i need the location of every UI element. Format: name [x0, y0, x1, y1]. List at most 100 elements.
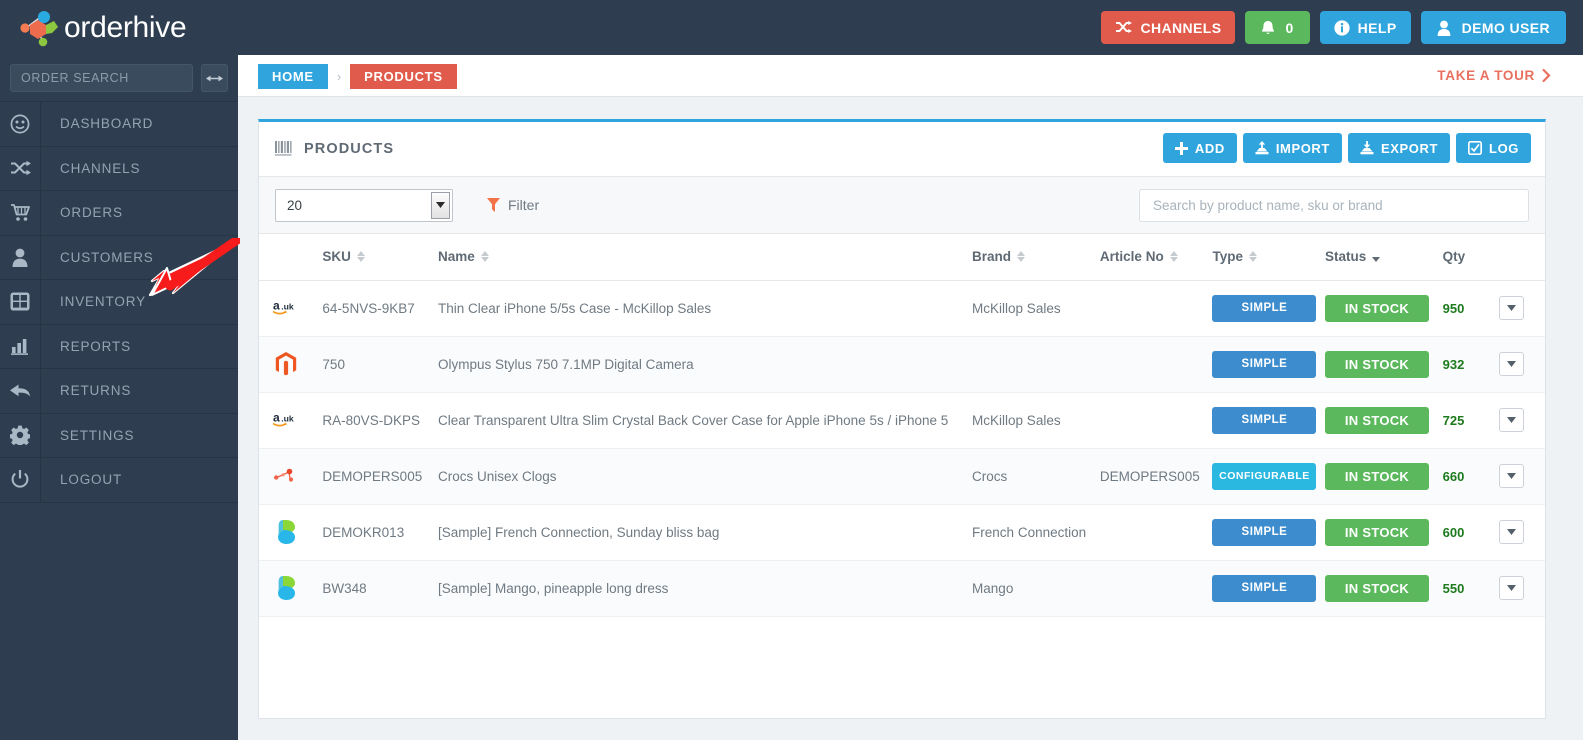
sidebar-expand-button[interactable]	[201, 64, 228, 92]
amazon-uk-logo: a .uk	[273, 299, 294, 315]
sidebar-item-label: DASHBOARD	[60, 116, 154, 132]
user-label: DEMO USER	[1461, 19, 1550, 36]
col-sku[interactable]: SKU	[322, 234, 439, 281]
sidebar-item-returns[interactable]: RETURNS	[0, 369, 238, 414]
sidebar: DASHBOARD CHANNELS	[0, 55, 238, 740]
sidebar-item-inventory[interactable]: INVENTORY	[0, 280, 238, 325]
table-row[interactable]: 750 Olympus Stylus 750 7.1MP Digital Came…	[259, 336, 1545, 393]
sort-icon[interactable]	[1248, 251, 1257, 263]
row-menu-button[interactable]	[1498, 464, 1524, 488]
cell-name[interactable]: Thin Clear iPhone 5/5s Case - McKillop S…	[438, 280, 973, 337]
cell-status: IN STOCK	[1324, 336, 1443, 393]
cell-name[interactable]: Olympus Stylus 750 7.1MP Digital Camera	[438, 336, 973, 393]
cell-name[interactable]: [Sample] French Connection, Sunday bliss…	[438, 504, 973, 561]
type-badge[interactable]: SIMPLE	[1212, 406, 1317, 434]
sidebar-item-settings[interactable]: SETTINGS	[0, 413, 238, 458]
breadcrumb-products[interactable]: PRODUCTS	[350, 64, 457, 89]
sort-icon[interactable]	[480, 251, 489, 263]
sidebar-item-dashboard[interactable]: DASHBOARD	[0, 102, 238, 147]
order-search-input[interactable]	[10, 64, 193, 92]
log-button[interactable]: LOG	[1456, 133, 1531, 163]
sort-icon[interactable]	[1017, 251, 1026, 263]
table-row[interactable]: DEMOPERS005 Crocs Unisex Clogs Crocs DEMOPE…	[259, 448, 1545, 505]
type-badge[interactable]: SIMPLE	[1212, 294, 1317, 322]
sidebar-item-orders[interactable]: ORDERS	[0, 191, 238, 236]
channels-button[interactable]: CHANNELS	[1101, 11, 1236, 44]
help-label: HELP	[1357, 19, 1397, 36]
products-table: SKU Name Brand Article No Type Status Qt…	[259, 234, 1545, 617]
notifications-button[interactable]: 0	[1245, 11, 1310, 44]
row-menu-button[interactable]	[1498, 520, 1524, 544]
shuffle-icon	[0, 146, 41, 190]
search-input[interactable]	[1139, 189, 1529, 222]
table-row[interactable]: DEMOKR013 [Sample] French Connection, Sun…	[259, 504, 1545, 561]
export-button[interactable]: EXPORT	[1347, 133, 1451, 163]
status-badge[interactable]: IN STOCK	[1324, 462, 1429, 490]
status-badge[interactable]: IN STOCK	[1324, 574, 1429, 602]
col-brand-label: Brand	[972, 249, 1012, 265]
cell-row-menu	[1498, 280, 1545, 337]
status-badge[interactable]: IN STOCK	[1324, 518, 1429, 546]
cell-status: IN STOCK	[1324, 504, 1443, 561]
app-logo[interactable]: orderhive	[14, 4, 187, 52]
filter-button[interactable]: Filter	[487, 197, 539, 213]
col-type[interactable]: Type	[1212, 234, 1325, 281]
table-row[interactable]: a .uk 64-5NVS-9KB7 Thin Clear iPhone 5/5s…	[259, 280, 1545, 337]
row-menu-button[interactable]	[1498, 576, 1524, 600]
sidebar-item-logout[interactable]: LOGOUT	[0, 458, 238, 503]
table-body: a .uk 64-5NVS-9KB7 Thin Clear iPhone 5/5s…	[259, 280, 1545, 617]
table-row[interactable]: BW348 [Sample] Mango, pineapple long dres…	[259, 560, 1545, 617]
sidebar-item-label: REPORTS	[60, 338, 131, 354]
status-badge[interactable]: IN STOCK	[1324, 406, 1429, 434]
help-button[interactable]: HELP	[1319, 11, 1411, 44]
breadcrumb: HOME › PRODUCTS	[258, 64, 457, 89]
breadcrumb-separator: ›	[336, 69, 342, 84]
power-icon	[0, 458, 41, 502]
cell-name[interactable]: Clear Transparent Ultra Slim Crystal Bac…	[438, 392, 973, 449]
table-header-row: SKU Name Brand Article No Type Status Qt…	[259, 234, 1545, 281]
row-menu-button[interactable]	[1498, 296, 1524, 320]
breadcrumb-home[interactable]: HOME	[258, 64, 328, 89]
cell-channel-logo: a .uk	[259, 280, 323, 337]
row-menu-button[interactable]	[1498, 408, 1524, 432]
cell-qty: 550	[1442, 560, 1499, 617]
table-row[interactable]: a .uk RA-80VS-DKPS Clear Transparent Ultr…	[259, 392, 1545, 449]
user-menu-button[interactable]: DEMO USER	[1420, 11, 1566, 44]
col-brand[interactable]: Brand	[972, 234, 1100, 281]
cell-type: SIMPLE	[1212, 336, 1325, 393]
cell-type: SIMPLE	[1212, 392, 1325, 449]
take-a-tour-link[interactable]: TAKE A TOUR	[1437, 68, 1551, 83]
sidebar-item-label: LOGOUT	[60, 472, 123, 488]
col-name[interactable]: Name	[438, 234, 973, 281]
sidebar-item-customers[interactable]: CUSTOMERS	[0, 235, 238, 280]
sidebar-item-reports[interactable]: REPORTS	[0, 324, 238, 369]
col-actions	[1498, 234, 1545, 281]
app-name: orderhive	[64, 11, 187, 44]
sidebar-item-channels[interactable]: CHANNELS	[0, 146, 238, 191]
type-badge[interactable]: SIMPLE	[1212, 574, 1317, 602]
add-button[interactable]: ADD	[1162, 133, 1237, 163]
col-status[interactable]: Status	[1324, 234, 1443, 281]
page-size-select[interactable]: 20	[275, 188, 453, 222]
panel-action-buttons: ADD IMPORT EXPORT LOG	[1162, 133, 1531, 163]
panel-header: PRODUCTS ADD IMPORT EXPORT LOG	[259, 122, 1545, 176]
cell-row-menu	[1498, 392, 1545, 449]
status-badge[interactable]: IN STOCK	[1324, 350, 1429, 378]
cell-name[interactable]: [Sample] Mango, pineapple long dress	[438, 560, 973, 617]
row-menu-button[interactable]	[1498, 352, 1524, 376]
type-badge[interactable]: SIMPLE	[1212, 350, 1317, 378]
sort-icon[interactable]	[356, 251, 365, 263]
qty-value: 725	[1442, 412, 1465, 428]
sort-icon-active[interactable]	[1372, 251, 1381, 263]
type-badge[interactable]: CONFIGURABLE	[1212, 462, 1317, 490]
cell-row-menu	[1498, 504, 1545, 561]
col-article-no[interactable]: Article No	[1099, 234, 1213, 281]
cell-brand: McKillop Sales	[972, 280, 1100, 337]
type-badge[interactable]: SIMPLE	[1212, 518, 1317, 546]
sidebar-search-row	[0, 55, 238, 101]
sort-icon[interactable]	[1169, 251, 1178, 263]
cell-article-no	[1099, 560, 1213, 617]
import-button[interactable]: IMPORT	[1242, 133, 1342, 163]
cell-name[interactable]: Crocs Unisex Clogs	[438, 448, 973, 505]
status-badge[interactable]: IN STOCK	[1324, 294, 1429, 322]
